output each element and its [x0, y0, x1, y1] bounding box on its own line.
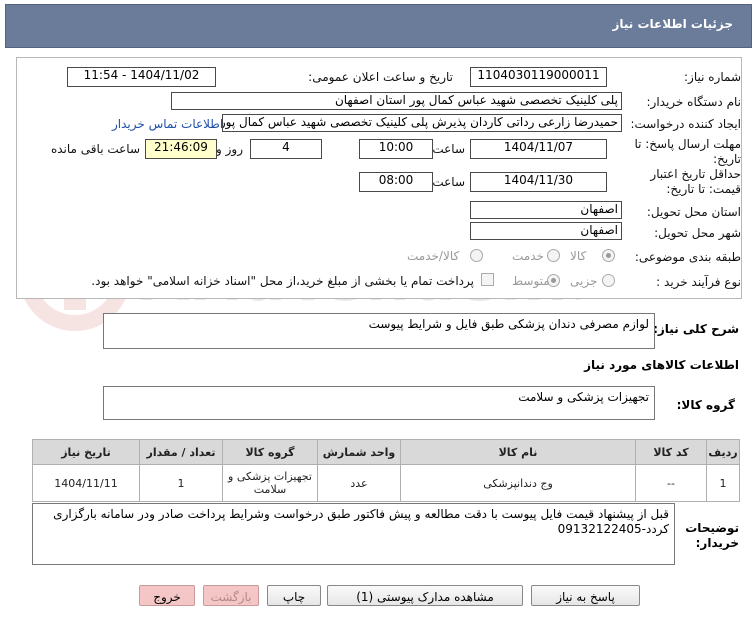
- deadline-time-label: ساعت: [432, 142, 465, 156]
- price-validity-label: حداقل تاریخ اعتبار قیمت: تا تاریخ:: [650, 167, 741, 196]
- creator-label: ایجاد کننده درخواست:: [630, 117, 741, 131]
- delivery-city-field: اصفهان: [470, 222, 622, 240]
- category-service-radio[interactable]: [547, 249, 560, 262]
- process-minor-label: جزیی: [570, 274, 598, 288]
- goods-group-field: تجهیزات پزشکی و سلامت: [103, 386, 655, 420]
- view-attachments-button[interactable]: مشاهده مدارک پیوستی (1): [327, 585, 523, 606]
- col-goods-group: گروه کالا: [222, 439, 318, 465]
- delivery-city-label: شهر محل تحویل:: [654, 226, 741, 240]
- col-row-number: ردیف: [706, 439, 740, 465]
- cell-goods-name: وج دندانپزشکی: [400, 464, 636, 502]
- need-number-label: شماره نیاز:: [684, 70, 741, 84]
- cell-unit: عدد: [317, 464, 401, 502]
- announce-datetime-field: 1404/11/02 - 11:54: [67, 67, 216, 87]
- col-goods-name: نام کالا: [400, 439, 636, 465]
- validity-date-field: 1404/11/30: [470, 172, 607, 192]
- validity-time-label: ساعت: [432, 175, 465, 189]
- remaining-time-label: ساعت باقی مانده: [50, 142, 140, 156]
- table-row: 1 -- وج دندانپزشکی عدد تجهیزات پزشکی و س…: [32, 464, 740, 502]
- buyer-contact-link[interactable]: اطلاعات تماس خریدار: [112, 117, 223, 131]
- days-remaining-field: 4: [250, 139, 322, 159]
- cell-goods-group: تجهیزات پزشکی و سلامت: [222, 464, 318, 502]
- page-header: جزئیات اطلاعات نیاز: [5, 4, 752, 48]
- remaining-time-field: 21:46:09: [145, 139, 217, 159]
- col-unit: واحد شمارش: [317, 439, 401, 465]
- goods-info-title: اطلاعات کالاهای مورد نیاز: [584, 358, 739, 372]
- validity-time-field: 08:00: [359, 172, 433, 192]
- process-medium-label: متوسط: [512, 274, 550, 288]
- col-goods-code: کد کالا: [635, 439, 707, 465]
- col-quantity: تعداد / مقدار: [139, 439, 223, 465]
- col-need-date: تاریخ نیاز: [32, 439, 140, 465]
- deadline-label: مهلت ارسال پاسخ: تا تاریخ:: [634, 137, 741, 166]
- cell-goods-code: --: [635, 464, 707, 502]
- announce-datetime-label: تاریخ و ساعت اعلان عمومی:: [308, 70, 453, 84]
- category-goods-label: کالا: [570, 249, 587, 263]
- category-service-label: خدمت: [512, 249, 544, 263]
- treasury-payment-checkbox[interactable]: [481, 273, 494, 286]
- buyer-org-field: پلی کلینیک تخصصی شهید عباس کمال پور استا…: [171, 92, 622, 110]
- need-summary-label: شرح کلی نیاز:: [653, 322, 739, 336]
- delivery-province-field: اصفهان: [470, 201, 622, 219]
- need-summary-field: لوازم مصرفی دندان پزشکی طبق فایل و شرایط…: [103, 313, 655, 349]
- delivery-province-label: استان محل تحویل:: [646, 205, 741, 219]
- creator-field: حمیدرضا زارعی رداتی کاردان پذیرش پلی کلی…: [222, 114, 622, 132]
- back-button[interactable]: بازگشت: [203, 585, 259, 606]
- category-goods-service-label: کالا/خدمت: [407, 249, 460, 263]
- goods-table: ردیف کد کالا نام کالا واحد شمارش گروه کا…: [32, 439, 740, 502]
- print-button[interactable]: چاپ: [267, 585, 321, 606]
- category-goods-radio[interactable]: [602, 249, 615, 262]
- exit-button[interactable]: خروج: [139, 585, 195, 606]
- page-title: جزئیات اطلاعات نیاز: [612, 17, 733, 31]
- deadline-date-field: 1404/11/07: [470, 139, 607, 159]
- process-minor-radio[interactable]: [602, 274, 615, 287]
- deadline-time-field: 10:00: [359, 139, 433, 159]
- reply-button[interactable]: پاسخ به نیاز: [531, 585, 640, 606]
- goods-group-label: گروه کالا:: [676, 398, 735, 412]
- cell-need-date: 1404/11/11: [32, 464, 140, 502]
- goods-table-header: ردیف کد کالا نام کالا واحد شمارش گروه کا…: [32, 439, 740, 465]
- purchase-process-label: نوع فرآیند خرید :: [656, 275, 741, 289]
- category-goods-service-radio[interactable]: [470, 249, 483, 262]
- need-number-field: 1104030119000011: [470, 67, 607, 87]
- subject-category-label: طبقه بندی موضوعی:: [634, 250, 741, 264]
- buyer-org-label: نام دستگاه خریدار:: [646, 95, 742, 109]
- cell-quantity: 1: [139, 464, 223, 502]
- buyer-notes-field: قبل از پیشنهاد قیمت فایل پیوست با دقت مط…: [32, 503, 675, 565]
- days-label: روز و: [216, 142, 243, 156]
- cell-row-number: 1: [706, 464, 740, 502]
- treasury-payment-note: پرداخت تمام یا بخشی از مبلغ خرید،از محل …: [91, 274, 474, 288]
- buyer-notes-label: توضیحات خریدار:: [685, 521, 739, 550]
